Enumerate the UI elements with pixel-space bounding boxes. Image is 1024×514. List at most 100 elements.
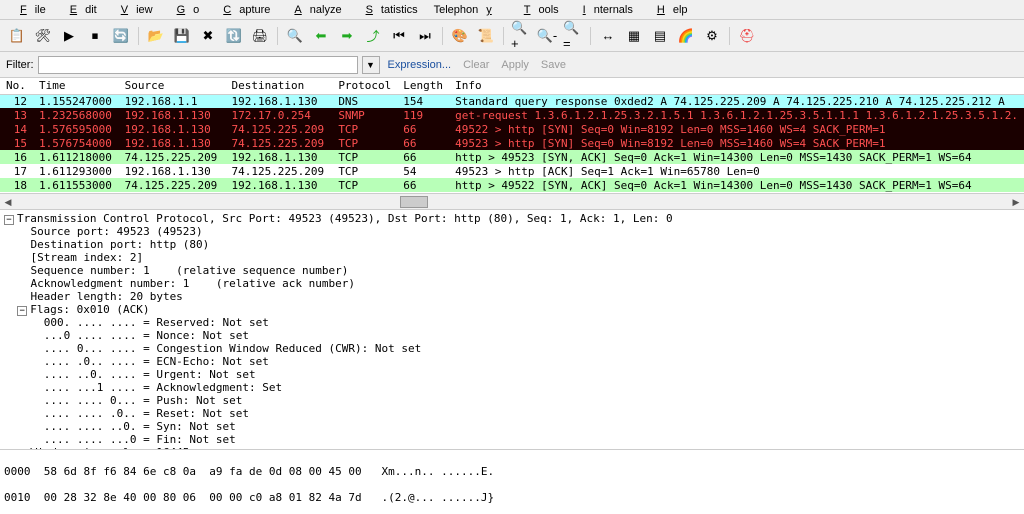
go-forward-icon[interactable]: ➡ bbox=[336, 25, 358, 47]
packet-cell-dst: 74.125.225.209 bbox=[225, 122, 332, 136]
detail-line[interactable]: Source port: 49523 (49523) bbox=[4, 225, 1020, 238]
capture-filters-icon[interactable]: ▦ bbox=[623, 25, 645, 47]
filter-apply-button[interactable]: Apply bbox=[497, 59, 533, 71]
col-length[interactable]: Length bbox=[397, 78, 449, 94]
detail-line[interactable]: Destination port: http (80) bbox=[4, 238, 1020, 251]
packet-cell-info: Standard query response 0xded2 A 74.125.… bbox=[449, 94, 1024, 108]
col-source[interactable]: Source bbox=[119, 78, 226, 94]
packet-cell-src: 192.168.1.1 bbox=[119, 94, 226, 108]
detail-line[interactable]: .... .0.. .... = ECN-Echo: Not set bbox=[4, 355, 1020, 368]
menu-analyze[interactable]: Analyze bbox=[278, 2, 349, 17]
packet-details-pane[interactable]: −Transmission Control Protocol, Src Port… bbox=[0, 210, 1024, 450]
menu-statistics[interactable]: Statistics bbox=[350, 2, 426, 17]
scroll-left-icon[interactable]: ◀ bbox=[0, 194, 16, 210]
detail-line[interactable]: 000. .... .... = Reserved: Not set bbox=[4, 316, 1020, 329]
auto-scroll-icon[interactable]: 📜 bbox=[475, 25, 497, 47]
menu-tools[interactable]: Tools bbox=[508, 2, 567, 17]
scroll-right-icon[interactable]: ▶ bbox=[1008, 194, 1024, 210]
go-to-packet-icon[interactable]: ⤴ bbox=[362, 25, 384, 47]
print-icon[interactable]: 🖨 bbox=[249, 25, 271, 47]
detail-line[interactable]: .... .... ..0. = Syn: Not set bbox=[4, 420, 1020, 433]
menu-go[interactable]: Go bbox=[161, 2, 208, 17]
packet-cell-src: 192.168.1.130 bbox=[119, 108, 226, 122]
detail-line[interactable]: .... .... 0... = Push: Not set bbox=[4, 394, 1020, 407]
open-file-icon[interactable]: 📂 bbox=[145, 25, 167, 47]
filter-expression-button[interactable]: Expression... bbox=[384, 59, 456, 71]
detail-line[interactable]: Transmission Control Protocol, Src Port:… bbox=[17, 212, 673, 225]
packet-row[interactable]: 181.61155300074.125.225.209192.168.1.130… bbox=[0, 178, 1024, 192]
options-icon[interactable]: 🛠 bbox=[32, 25, 54, 47]
zoom-reset-icon[interactable]: 🔍= bbox=[562, 25, 584, 47]
help-icon[interactable]: ⛑ bbox=[736, 25, 758, 47]
packet-cell-time: 1.611293000 bbox=[33, 164, 119, 178]
menu-help[interactable]: Help bbox=[641, 2, 696, 17]
packet-row[interactable]: 161.61121800074.125.225.209192.168.1.130… bbox=[0, 150, 1024, 164]
menu-edit[interactable]: Edit bbox=[54, 2, 105, 17]
col-no[interactable]: No. bbox=[0, 78, 33, 94]
filter-input[interactable] bbox=[38, 56, 358, 74]
hex-row[interactable]: 0000 58 6d 8f f6 84 6e c8 0a a9 fa de 0d… bbox=[4, 465, 1020, 478]
tree-collapse-icon[interactable]: − bbox=[4, 215, 14, 225]
filter-label: Filter: bbox=[6, 59, 34, 71]
menu-internals[interactable]: Internals bbox=[567, 2, 641, 17]
go-first-icon[interactable]: ⏮ bbox=[388, 25, 410, 47]
packet-cell-no: 18 bbox=[0, 178, 33, 192]
scroll-thumb[interactable] bbox=[400, 196, 428, 208]
col-protocol[interactable]: Protocol bbox=[332, 78, 397, 94]
detail-line[interactable]: Flags: 0x010 (ACK) bbox=[30, 303, 149, 316]
prefs-icon[interactable]: ⚙ bbox=[701, 25, 723, 47]
packet-row[interactable]: 151.576754000192.168.1.13074.125.225.209… bbox=[0, 136, 1024, 150]
stop-capture-icon[interactable]: ⏹ bbox=[84, 25, 106, 47]
start-capture-icon[interactable]: ▶ bbox=[58, 25, 80, 47]
detail-line[interactable]: .... .... ...0 = Fin: Not set bbox=[4, 433, 1020, 446]
colorize-icon[interactable]: 🎨 bbox=[449, 25, 471, 47]
packet-cell-dst: 192.168.1.130 bbox=[225, 178, 332, 192]
filter-clear-button[interactable]: Clear bbox=[459, 59, 493, 71]
packet-list-header[interactable]: No. Time Source Destination Protocol Len… bbox=[0, 78, 1024, 94]
detail-line[interactable]: .... ...1 .... = Acknowledgment: Set bbox=[4, 381, 1020, 394]
coloring-rules-icon[interactable]: 🌈 bbox=[675, 25, 697, 47]
zoom-in-icon[interactable]: 🔍+ bbox=[510, 25, 532, 47]
zoom-out-icon[interactable]: 🔍- bbox=[536, 25, 558, 47]
interfaces-icon[interactable]: 📋 bbox=[6, 25, 28, 47]
menu-view[interactable]: View bbox=[105, 2, 161, 17]
detail-line[interactable]: Sequence number: 1 (relative sequence nu… bbox=[4, 264, 1020, 277]
detail-line[interactable]: [Stream index: 2] bbox=[4, 251, 1020, 264]
filter-save-button[interactable]: Save bbox=[537, 59, 570, 71]
hex-row[interactable]: 0010 00 28 32 8e 40 00 80 06 00 00 c0 a8… bbox=[4, 491, 1020, 504]
go-back-icon[interactable]: ⬅ bbox=[310, 25, 332, 47]
packet-bytes-pane[interactable]: 0000 58 6d 8f f6 84 6e c8 0a a9 fa de 0d… bbox=[0, 450, 1024, 514]
toolbar-separator bbox=[590, 27, 591, 45]
col-info[interactable]: Info bbox=[449, 78, 1024, 94]
detail-line[interactable]: ...0 .... .... = Nonce: Not set bbox=[4, 329, 1020, 342]
detail-line[interactable]: .... ..0. .... = Urgent: Not set bbox=[4, 368, 1020, 381]
go-last-icon[interactable]: ⏭ bbox=[414, 25, 436, 47]
filter-dropdown-icon[interactable]: ▼ bbox=[362, 56, 380, 74]
find-icon[interactable]: 🔍 bbox=[284, 25, 306, 47]
packet-row[interactable]: 141.576595000192.168.1.13074.125.225.209… bbox=[0, 122, 1024, 136]
restart-capture-icon[interactable]: 🔄 bbox=[110, 25, 132, 47]
col-destination[interactable]: Destination bbox=[225, 78, 332, 94]
menu-telephony[interactable]: Telephony bbox=[426, 2, 508, 17]
detail-line[interactable]: .... .... .0.. = Reset: Not set bbox=[4, 407, 1020, 420]
tree-collapse-icon[interactable]: − bbox=[17, 306, 27, 316]
packet-cell-dst: 172.17.0.254 bbox=[225, 108, 332, 122]
detail-line[interactable]: Acknowledgment number: 1 (relative ack n… bbox=[4, 277, 1020, 290]
packet-row[interactable]: 171.611293000192.168.1.13074.125.225.209… bbox=[0, 164, 1024, 178]
detail-line[interactable]: .... 0... .... = Congestion Window Reduc… bbox=[4, 342, 1020, 355]
close-file-icon[interactable]: ✖ bbox=[197, 25, 219, 47]
save-file-icon[interactable]: 💾 bbox=[171, 25, 193, 47]
packet-cell-time: 1.611553000 bbox=[33, 178, 119, 192]
resize-cols-icon[interactable]: ↔ bbox=[597, 25, 619, 47]
col-time[interactable]: Time bbox=[33, 78, 119, 94]
packet-row[interactable]: 131.232568000192.168.1.130172.17.0.254SN… bbox=[0, 108, 1024, 122]
display-filters-icon[interactable]: ▤ bbox=[649, 25, 671, 47]
detail-line[interactable]: Header length: 20 bytes bbox=[4, 290, 1020, 303]
reload-icon[interactable]: 🔃 bbox=[223, 25, 245, 47]
packet-row[interactable]: 121.155247000192.168.1.1192.168.1.130DNS… bbox=[0, 94, 1024, 108]
menu-capture[interactable]: Capture bbox=[207, 2, 278, 17]
menu-file[interactable]: File bbox=[4, 2, 54, 17]
packet-cell-no: 13 bbox=[0, 108, 33, 122]
packet-list-hscrollbar[interactable]: ◀ ▶ bbox=[0, 194, 1024, 210]
packet-list-pane[interactable]: No. Time Source Destination Protocol Len… bbox=[0, 78, 1024, 194]
